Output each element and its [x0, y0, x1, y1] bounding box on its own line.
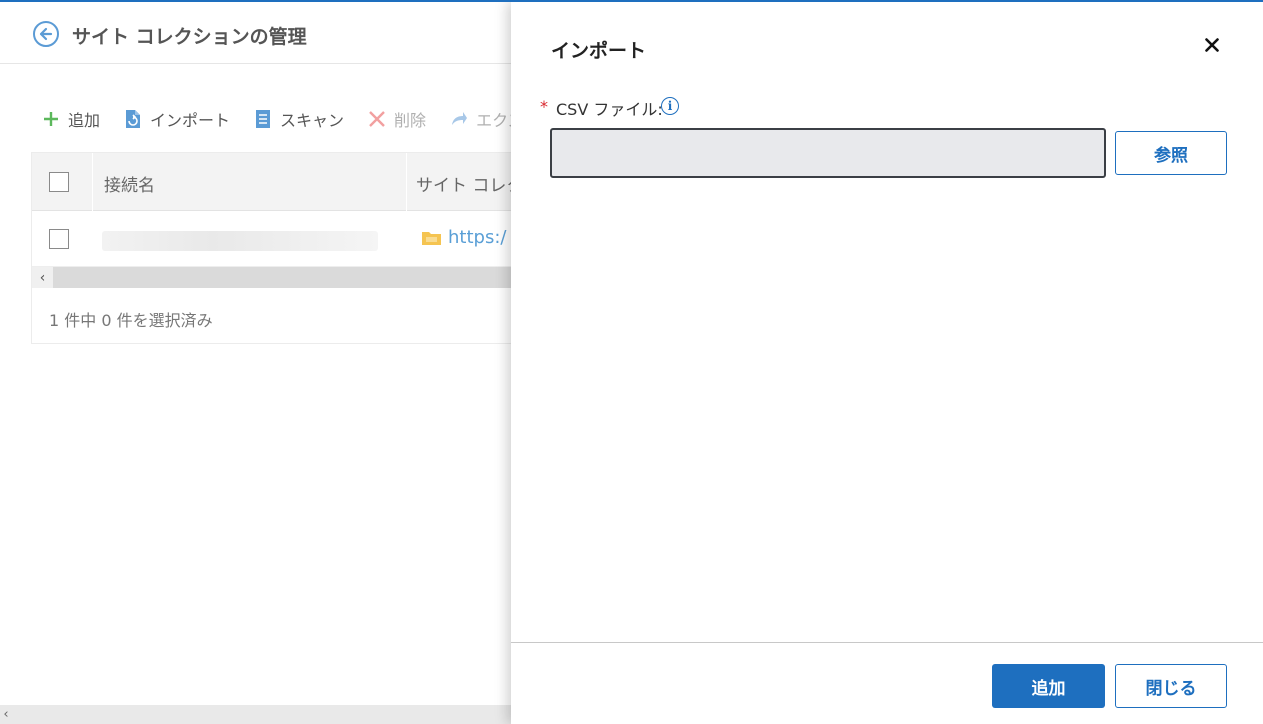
required-marker: * — [540, 97, 548, 116]
close-icon — [1205, 38, 1219, 52]
row-checkbox[interactable] — [49, 229, 69, 249]
column-header-connection-name[interactable]: 接続名 — [104, 171, 155, 196]
delete-button[interactable]: 削除 — [366, 107, 426, 131]
import-button[interactable]: インポート — [122, 107, 230, 131]
add-button-label: 追加 — [68, 111, 101, 130]
site-folder-icon — [422, 232, 441, 245]
select-all-checkbox[interactable] — [49, 172, 69, 192]
info-icon[interactable]: i — [661, 97, 679, 115]
scan-button-label: スキャン — [280, 111, 345, 130]
back-button[interactable] — [33, 21, 59, 47]
panel-title: インポート — [551, 40, 647, 62]
csv-file-label: CSV ファイル: — [556, 100, 663, 119]
document-icon — [252, 108, 274, 130]
top-accent-line — [0, 0, 1263, 2]
close-button[interactable]: 閉じる — [1115, 664, 1227, 708]
close-panel-button[interactable] — [1201, 34, 1223, 56]
add-button[interactable]: 追加 — [40, 107, 100, 131]
scroll-left-icon[interactable]: ‹ — [32, 267, 53, 288]
x-delete-icon — [366, 108, 388, 130]
browse-button[interactable]: 参照 — [1115, 131, 1227, 175]
toolbar: 追加 インポート スキャン 削除 エクス — [40, 106, 546, 132]
scrollbar-thumb[interactable] — [53, 267, 553, 288]
scroll-left-icon[interactable]: ‹ — [0, 705, 12, 724]
site-collection-url-link[interactable]: https:/ — [448, 227, 506, 248]
selection-summary: 1 件中 0 件を選択済み — [49, 311, 213, 330]
blurred-connection-name — [102, 231, 378, 251]
arrow-left-icon — [39, 27, 53, 41]
import-button-label: インポート — [150, 111, 231, 130]
import-file-icon — [122, 108, 144, 130]
page-title: サイト コレクションの管理 — [72, 26, 307, 48]
csv-file-path-input[interactable] — [550, 128, 1106, 178]
plus-icon — [40, 108, 62, 130]
add-button[interactable]: 追加 — [992, 664, 1105, 708]
column-separator — [92, 153, 93, 211]
column-separator — [406, 153, 407, 211]
panel-footer: 追加 閉じる — [511, 642, 1263, 724]
scan-button[interactable]: スキャン — [252, 107, 344, 131]
delete-button-label: 削除 — [394, 111, 427, 130]
share-arrow-icon — [448, 108, 470, 130]
import-panel: インポート * CSV ファイル: i 参照 追加 閉じる — [511, 2, 1263, 724]
